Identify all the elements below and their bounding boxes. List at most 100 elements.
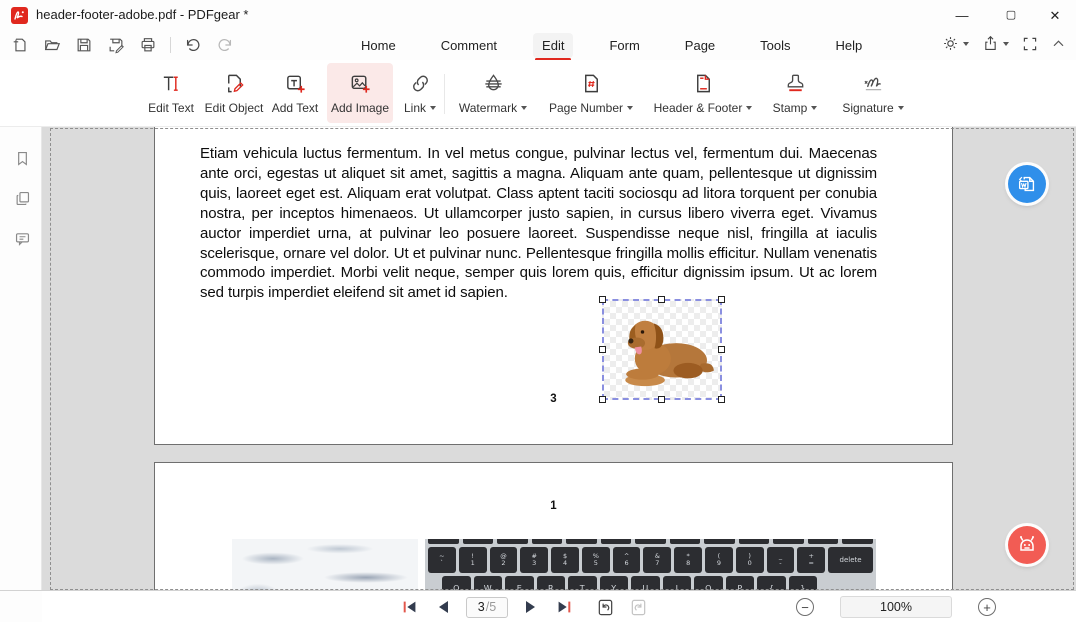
zoom-in-button[interactable]: + — [978, 598, 996, 616]
keyboard-key: W — [474, 576, 503, 590]
keyboard-key: } — [789, 576, 818, 590]
redo-button[interactable] — [213, 33, 237, 57]
comments-panel-button[interactable] — [12, 228, 32, 248]
chevron-down-icon — [430, 106, 436, 110]
tab-page[interactable]: Page — [676, 33, 724, 58]
keyboard-function-key — [739, 539, 770, 544]
chevron-down-icon — [1003, 42, 1009, 46]
ribbon-separator — [444, 74, 445, 114]
selection-handle[interactable] — [718, 296, 725, 303]
zoom-level-input[interactable]: 100% — [840, 596, 952, 618]
edit-ribbon: Edit Text Edit Object Add Text Add Image — [0, 60, 1076, 127]
minimize-button[interactable]: — — [941, 0, 983, 30]
theme-button[interactable] — [940, 33, 971, 54]
collapse-ribbon-button[interactable] — [1049, 34, 1068, 53]
previous-page-button[interactable] — [433, 597, 453, 617]
header-footer-icon — [692, 71, 715, 95]
fullscreen-button[interactable] — [1020, 34, 1040, 54]
link-icon — [409, 71, 432, 95]
selection-handle[interactable] — [599, 296, 606, 303]
keyboard-key: *8 — [674, 547, 702, 573]
tab-tools[interactable]: Tools — [751, 33, 799, 58]
share-button[interactable] — [980, 33, 1011, 54]
keyboard-key: %5 — [582, 547, 610, 573]
edit-text-tool[interactable]: Edit Text — [138, 63, 204, 123]
title-bar: header-footer-adobe.pdf - PDFgear * — ▢ … — [0, 0, 1076, 30]
tab-home[interactable]: Home — [352, 33, 405, 58]
total-pages: /5 — [486, 600, 496, 614]
next-page-button[interactable] — [521, 597, 541, 617]
pdfgear-window: header-footer-adobe.pdf - PDFgear * — ▢ … — [0, 0, 1076, 622]
next-view-button[interactable] — [628, 597, 648, 617]
save-button[interactable] — [72, 33, 96, 57]
keyboard-function-key — [808, 539, 839, 544]
chevron-down-icon — [627, 106, 633, 110]
page3-footer-number: 3 — [155, 393, 952, 405]
edit-object-icon — [223, 71, 246, 95]
keyboard-key: R — [537, 576, 566, 590]
add-text-tool[interactable]: Add Text — [264, 63, 326, 123]
selection-handle[interactable] — [718, 396, 725, 403]
document-canvas[interactable]: Etiam vehicula luctus fermentum. In vel … — [42, 127, 1076, 590]
chevron-down-icon — [898, 106, 904, 110]
selection-handle[interactable] — [658, 396, 665, 403]
tab-edit[interactable]: Edit — [533, 33, 573, 58]
selection-handle[interactable] — [599, 396, 606, 403]
undo-button[interactable] — [181, 33, 205, 57]
chevron-down-icon — [963, 42, 969, 46]
open-file-button[interactable] — [40, 33, 64, 57]
tab-help[interactable]: Help — [827, 33, 872, 58]
chevron-down-icon — [811, 106, 817, 110]
keyboard-key: E — [505, 576, 534, 590]
pdf-page-4[interactable]: 1 ~`!1@2#3$4%5^6&7*8(9)0_-+=delete QWERT… — [154, 462, 953, 590]
keyboard-key: Q — [442, 576, 471, 590]
page-number-tool[interactable]: Page Number — [543, 63, 639, 123]
add-image-tool[interactable]: Add Image — [327, 63, 393, 123]
print-button[interactable] — [136, 33, 160, 57]
marble-image — [232, 539, 418, 590]
keyboard-function-key — [773, 539, 804, 544]
last-page-button[interactable] — [554, 597, 574, 617]
selected-image-object[interactable] — [599, 296, 725, 403]
save-as-button[interactable] — [104, 33, 128, 57]
zoom-controls: − 100% + — [796, 591, 996, 622]
tab-form[interactable]: Form — [600, 33, 648, 58]
selection-handle[interactable] — [718, 346, 725, 353]
previous-view-button[interactable] — [595, 597, 615, 617]
tab-comment[interactable]: Comment — [432, 33, 506, 58]
watermark-tool[interactable]: Watermark — [452, 63, 534, 123]
signature-icon — [862, 71, 885, 95]
edit-object-tool[interactable]: Edit Object — [198, 63, 270, 123]
selection-handle[interactable] — [599, 346, 606, 353]
signature-tool[interactable]: Signature — [831, 63, 915, 123]
dog-image — [612, 307, 716, 393]
keyboard-key: #3 — [520, 547, 548, 573]
page-thumbnails-panel-button[interactable] — [12, 188, 32, 208]
keyboard-key: ~` — [428, 547, 456, 573]
page-number-input[interactable]: 3 /5 — [466, 597, 508, 618]
keyboard-delete-key: delete — [828, 547, 873, 573]
selection-dashed-border — [602, 299, 722, 400]
selection-handle[interactable] — [658, 296, 665, 303]
keyboard-function-key — [428, 539, 459, 544]
zoom-out-button[interactable]: − — [796, 598, 814, 616]
convert-to-word-fab[interactable] — [1008, 165, 1046, 203]
pdfgear-logo-icon — [11, 7, 28, 24]
keyboard-key: &7 — [643, 547, 671, 573]
add-text-icon — [284, 71, 307, 95]
close-button[interactable]: ✕ — [1034, 0, 1076, 30]
new-file-button[interactable] — [8, 33, 32, 57]
copilot-robot-fab[interactable] — [1008, 526, 1046, 564]
keyboard-function-key — [670, 539, 701, 544]
stamp-tool[interactable]: Stamp — [764, 63, 826, 123]
watermark-icon — [482, 71, 505, 95]
maximize-button[interactable]: ▢ — [990, 0, 1032, 30]
header-footer-tool[interactable]: Header & Footer — [648, 63, 758, 123]
keyboard-function-key — [532, 539, 563, 544]
keyboard-key: @2 — [490, 547, 518, 573]
page-navigation: 3 /5 — [400, 591, 648, 622]
pdf-page-3[interactable]: Etiam vehicula luctus fermentum. In vel … — [154, 127, 953, 445]
first-page-button[interactable] — [400, 597, 420, 617]
bookmarks-panel-button[interactable] — [12, 148, 32, 168]
link-tool[interactable]: Link — [395, 63, 445, 123]
